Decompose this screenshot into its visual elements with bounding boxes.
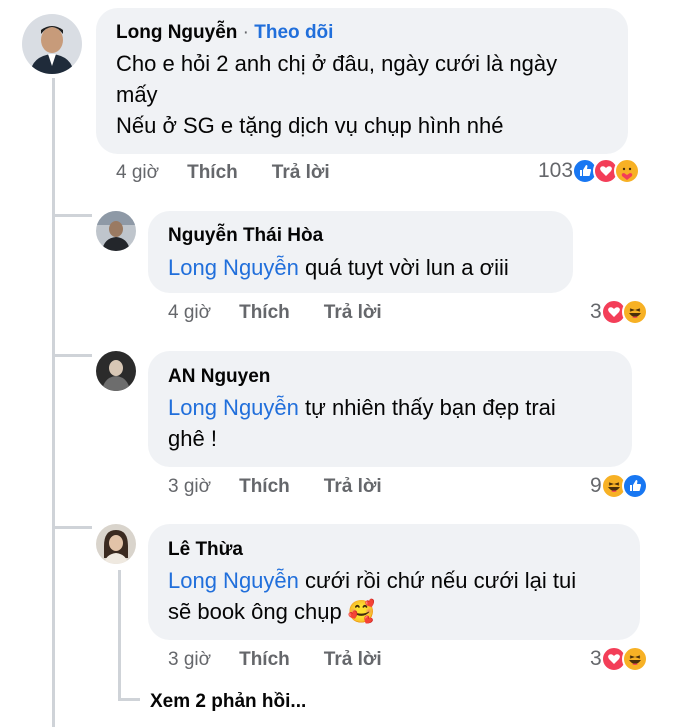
comment-line: mấy [116, 82, 158, 107]
comment-actions: 4 giờ Thích Trả lời [116, 162, 330, 184]
timestamp[interactable]: 3 giờ [168, 476, 211, 498]
comment-bubble: Long Nguyễn · Theo dõi Cho e hỏi 2 anh c… [96, 8, 628, 154]
thread-line-main [52, 78, 55, 727]
reaction-count: 3 [590, 300, 602, 323]
avatar[interactable] [96, 211, 136, 251]
timestamp[interactable]: 4 giờ [116, 162, 159, 184]
reaction-summary[interactable]: 9 [590, 473, 648, 499]
author-name[interactable]: Lê Thừa [168, 538, 243, 562]
avatar[interactable] [96, 351, 136, 391]
like-button[interactable]: Thích [239, 302, 290, 324]
reaction-count: 3 [590, 647, 602, 670]
separator: · [242, 22, 249, 43]
comment-bubble: Lê Thừa Long Nguyễn cưới rồi chứ nếu cướ… [148, 524, 640, 640]
author-name[interactable]: AN Nguyen [168, 365, 270, 389]
comment-text: Cho e hỏi 2 anh chị ở đâu, ngày cưới là … [116, 48, 621, 141]
comment-actions: 3 giờ Thích Trả lời [168, 476, 382, 498]
author-name[interactable]: Nguyễn Thái Hòa [168, 224, 323, 248]
comment-text: Long Nguyễn cưới rồi chứ nếu cưới lại tu… [168, 565, 638, 627]
comment-line: Nếu ở SG e tặng dịch vụ chụp hình nhé [116, 113, 504, 138]
view-more-replies[interactable]: Xem 2 phản hồi... [150, 691, 306, 713]
comment-bubble: AN Nguyen Long Nguyễn tự nhiên thấy bạn … [148, 351, 632, 467]
haha-icon [621, 299, 648, 325]
comment-line: sẽ book ông chụp 🥰 [168, 599, 376, 624]
reaction-summary[interactable]: 103 [538, 158, 641, 184]
avatar[interactable] [22, 14, 82, 74]
comment-line: quá tuyt vời lun a ơiii [298, 255, 509, 280]
care-icon [614, 158, 641, 184]
comment-line: cưới rồi chứ nếu cưới lại tui [298, 568, 577, 593]
timestamp[interactable]: 3 giờ [168, 649, 211, 671]
reaction-summary[interactable]: 3 [590, 646, 648, 672]
comment-text: Long Nguyễn tự nhiên thấy bạn đẹp trai g… [168, 392, 628, 454]
comment-actions: 3 giờ Thích Trả lời [168, 649, 382, 671]
thread-line-reply-3 [118, 570, 121, 700]
thread-connector-2 [52, 354, 92, 357]
comment-line: tự nhiên thấy bạn đẹp trai [298, 395, 556, 420]
like-button[interactable]: Thích [239, 476, 290, 498]
comment-header: Long Nguyễn · Theo dõi [116, 21, 333, 45]
mention-link[interactable]: Long Nguyễn [168, 568, 299, 593]
haha-icon [621, 646, 648, 672]
reply-button[interactable]: Trả lời [324, 476, 382, 498]
like-button[interactable]: Thích [187, 162, 238, 184]
reply-button[interactable]: Trả lời [272, 162, 330, 184]
thread-connector-3 [52, 526, 92, 529]
timestamp[interactable]: 4 giờ [168, 302, 211, 324]
author-name[interactable]: Long Nguyễn [116, 22, 237, 43]
comment-line: Cho e hỏi 2 anh chị ở đâu, ngày cưới là … [116, 51, 558, 76]
avatar[interactable] [96, 524, 136, 564]
like-button[interactable]: Thích [239, 649, 290, 671]
like-icon [621, 473, 648, 499]
thread-connector-1 [52, 214, 92, 217]
comment-bubble: Nguyễn Thái Hòa Long Nguyễn quá tuyt vời… [148, 211, 573, 293]
comment-text: Long Nguyễn quá tuyt vời lun a ơiii [168, 252, 568, 283]
mention-link[interactable]: Long Nguyễn [168, 395, 299, 420]
reaction-count: 9 [590, 474, 602, 497]
follow-link[interactable]: Theo dõi [254, 22, 333, 43]
reaction-summary[interactable]: 3 [590, 299, 648, 325]
thread-connector-more [118, 698, 140, 701]
reaction-count: 103 [538, 159, 574, 182]
mention-link[interactable]: Long Nguyễn [168, 255, 299, 280]
reply-button[interactable]: Trả lời [324, 649, 382, 671]
comment-line: ghê ! [168, 426, 217, 451]
reply-button[interactable]: Trả lời [324, 302, 382, 324]
comment-actions: 4 giờ Thích Trả lời [168, 302, 382, 324]
